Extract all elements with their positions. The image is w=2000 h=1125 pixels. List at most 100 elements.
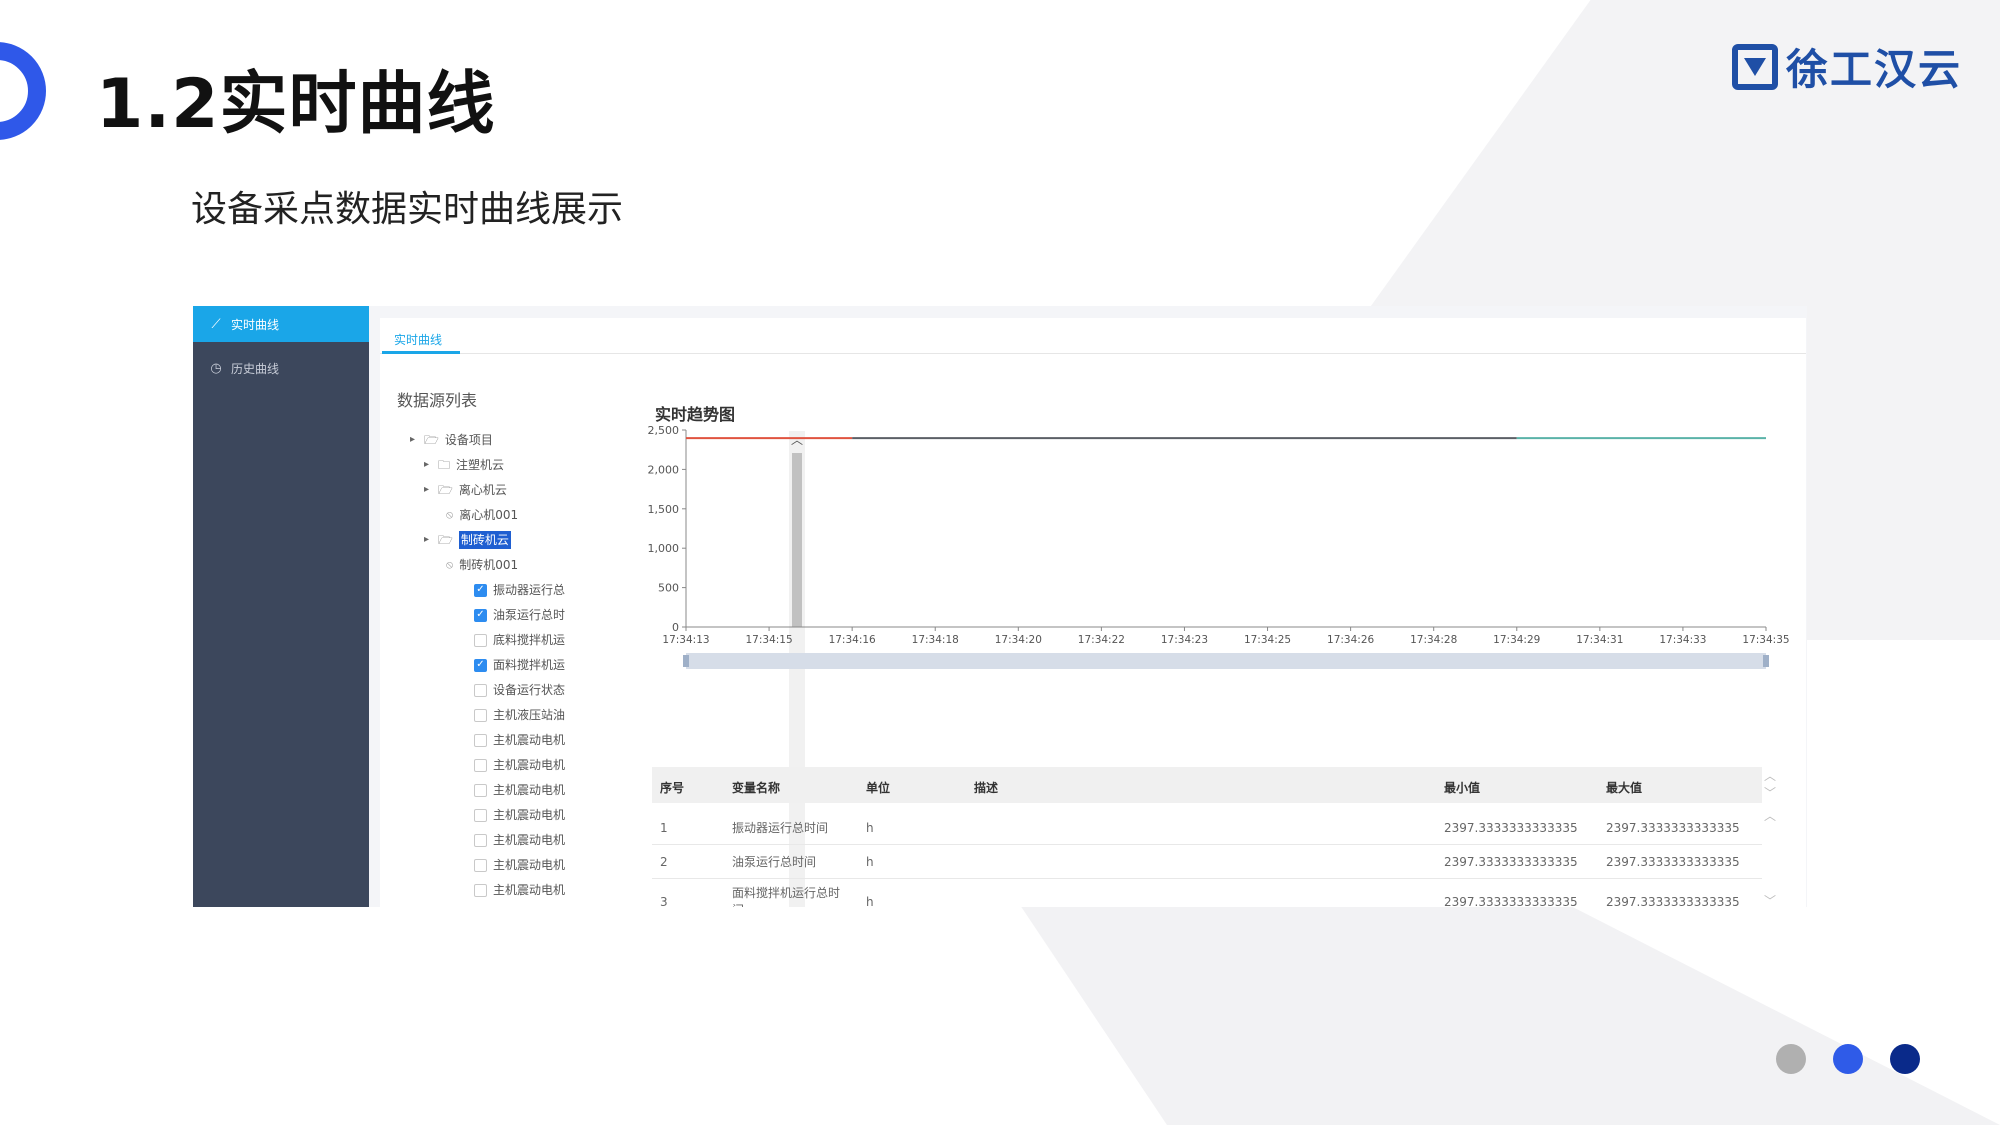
- cell-unit: h: [866, 821, 874, 835]
- tab-bar: 实时曲线: [380, 318, 1806, 354]
- sidebar-item-label: 历史曲线: [231, 361, 280, 376]
- dot-indicator: [1833, 1044, 1863, 1074]
- cell-max: 2397.3333333333335: [1606, 895, 1740, 907]
- line-chart-icon: ⟋: [211, 316, 221, 332]
- x-tick-label: 17:34:22: [1078, 634, 1125, 646]
- cell-name: 面料搅拌机运行总时间: [732, 886, 841, 907]
- cell-min: 2397.3333333333335: [1444, 855, 1578, 869]
- tree-node[interactable]: ✓ 振动器运行总: [474, 581, 565, 599]
- tree-node[interactable]: ✓ 面料搅拌机运: [474, 656, 565, 674]
- th-min: 最小值: [1444, 781, 1481, 795]
- variable-table: 序号 变量名称 单位 描述 最小值 最大值 1 振动器运行总时间 h 2397.…: [652, 767, 1762, 907]
- tree-node-label: 振动器运行总: [493, 583, 566, 597]
- x-tick-label: 17:34:13: [662, 634, 709, 646]
- tree-node[interactable]: 主机震动电机: [474, 856, 565, 874]
- tree-node-label: 主机震动电机: [493, 733, 566, 747]
- dot-indicator: [1776, 1044, 1806, 1074]
- corner-ring-decoration: [0, 42, 46, 140]
- cell-index: 3: [660, 895, 668, 907]
- slide-subtitle: 设备采点数据实时曲线展示: [191, 189, 624, 230]
- y-tick-label: 2,000: [648, 463, 680, 476]
- expand-caret-icon[interactable]: ▸: [424, 481, 432, 499]
- background-shape-bottom: [1020, 905, 2000, 1125]
- tree-node[interactable]: 主机震动电机: [474, 806, 565, 824]
- tree-checkbox[interactable]: ✓: [474, 583, 487, 597]
- sidebar-item-realtime[interactable]: ⟋ 实时曲线: [193, 306, 369, 342]
- tree-checkbox[interactable]: [474, 708, 487, 722]
- tree-checkbox[interactable]: [474, 833, 487, 847]
- expand-caret-icon[interactable]: ▸: [424, 531, 432, 549]
- x-tick-label: 17:34:25: [1244, 634, 1291, 646]
- tree-node-label: 面料搅拌机运: [493, 658, 566, 672]
- x-tick-label: 17:34:26: [1327, 634, 1374, 646]
- tab-active-indicator: [382, 351, 460, 354]
- th-index: 序号: [660, 781, 685, 795]
- tree-checkbox[interactable]: [474, 858, 487, 872]
- tree-node[interactable]: 主机震动电机: [474, 756, 565, 774]
- tree-node[interactable]: ⦸ 离心机001: [446, 506, 518, 524]
- y-tick-label: 1,500: [648, 503, 680, 516]
- tree-node[interactable]: 设备运行状态: [474, 681, 565, 699]
- tree-checkbox[interactable]: [474, 633, 487, 647]
- tree-node-label: 主机震动电机: [493, 833, 566, 847]
- tree-node[interactable]: ▸ 🗀 注塑机云: [424, 456, 504, 474]
- tree-node-label: 主机震动电机: [493, 783, 566, 797]
- tree-checkbox[interactable]: ✓: [474, 658, 487, 672]
- tree-node[interactable]: 主机液压站油: [474, 706, 565, 724]
- tree-node-label: 主机震动电机: [493, 883, 566, 897]
- tree-node[interactable]: ✓ 油泵运行总时: [474, 606, 565, 624]
- cell-max: 2397.3333333333335: [1606, 855, 1740, 869]
- tree-node[interactable]: 主机震动电机: [474, 831, 565, 849]
- tree-node[interactable]: 主机震动电机: [474, 781, 565, 799]
- expand-caret-icon[interactable]: ▸: [424, 456, 432, 474]
- tree-node[interactable]: ▸ 🗁 制砖机云: [424, 531, 511, 549]
- folder-open-icon: 🗁: [438, 533, 453, 547]
- chevron-up-icon[interactable]: ︿: [1764, 767, 1776, 784]
- tree-node-label: 底料搅拌机运: [493, 633, 566, 647]
- table-row[interactable]: 3 面料搅拌机运行总时间 h 2397.3333333333335 2397.3…: [652, 879, 1762, 907]
- logo-mark-icon: [1732, 43, 1778, 90]
- expand-caret-icon[interactable]: ▸: [410, 431, 418, 449]
- tree-node-label: 设备运行状态: [493, 683, 566, 697]
- tree-node-label: 油泵运行总时: [493, 608, 566, 622]
- tree-node[interactable]: 主机震动电机: [474, 731, 565, 749]
- tree-node-label: 制砖机云: [458, 531, 511, 549]
- tab-realtime[interactable]: 实时曲线: [394, 331, 442, 348]
- logo: 徐工汉云: [1732, 36, 1962, 97]
- tree-node-label: 制砖机001: [459, 558, 519, 572]
- dot-indicator: [1890, 1044, 1920, 1074]
- tree-node[interactable]: ▸ 🗁 设备项目: [410, 431, 493, 449]
- tree-node-label: 离心机云: [458, 483, 507, 497]
- tree-node[interactable]: ⦸ 制砖机001: [446, 556, 518, 574]
- tree-checkbox[interactable]: [474, 733, 487, 747]
- zoom-handle-right: [1763, 655, 1769, 667]
- cell-name: 油泵运行总时间: [732, 855, 817, 869]
- tree-node-label: 主机震动电机: [493, 808, 566, 822]
- tree-node[interactable]: 主机震动电机: [474, 881, 565, 899]
- cell-min: 2397.3333333333335: [1444, 895, 1578, 907]
- th-name: 变量名称: [732, 781, 781, 795]
- tree-checkbox[interactable]: ✓: [474, 608, 487, 622]
- table-row[interactable]: 1 振动器运行总时间 h 2397.3333333333335 2397.333…: [652, 811, 1762, 845]
- th-max: 最大值: [1606, 781, 1643, 795]
- folder-open-icon: 🗁: [424, 433, 439, 447]
- chevron-up-icon[interactable]: ︿: [1764, 807, 1776, 824]
- th-desc: 描述: [974, 781, 999, 795]
- chevron-down-icon[interactable]: ﹀: [1764, 784, 1776, 801]
- tree-checkbox[interactable]: [474, 808, 487, 822]
- tree-checkbox[interactable]: [474, 883, 487, 897]
- tree-checkbox[interactable]: [474, 683, 487, 697]
- tree-node[interactable]: 底料搅拌机运: [474, 631, 565, 649]
- datasource-tree: ▸ 🗁 设备项目 ▸ 🗀 注塑机云 ▸ 🗁 离心机云 ⦸ 离心机001 ▸ 🗁 制砖机云 ⦸ 制砖机001 ✓ 振…: [410, 431, 610, 907]
- table-scrollbar[interactable]: ︿ ﹀ ︿ ﹀: [1764, 767, 1776, 907]
- sidebar-item-history[interactable]: ◷ 历史曲线: [193, 350, 369, 386]
- tree-checkbox[interactable]: [474, 758, 487, 772]
- x-tick-label: 17:34:33: [1659, 634, 1706, 646]
- folder-icon: 🗀: [438, 458, 451, 472]
- chevron-down-icon[interactable]: ﹀: [1764, 892, 1776, 907]
- x-tick-label: 17:34:35: [1742, 634, 1789, 646]
- realtime-trend-chart: 0 500 1,000 1,500 2,000 2,500 17:34:13 17:34:15…: [648, 424, 1790, 669]
- table-row[interactable]: 2 油泵运行总时间 h 2397.3333333333335 2397.3333…: [652, 845, 1762, 879]
- tree-node[interactable]: ▸ 🗁 离心机云: [424, 481, 507, 499]
- tree-checkbox[interactable]: [474, 783, 487, 797]
